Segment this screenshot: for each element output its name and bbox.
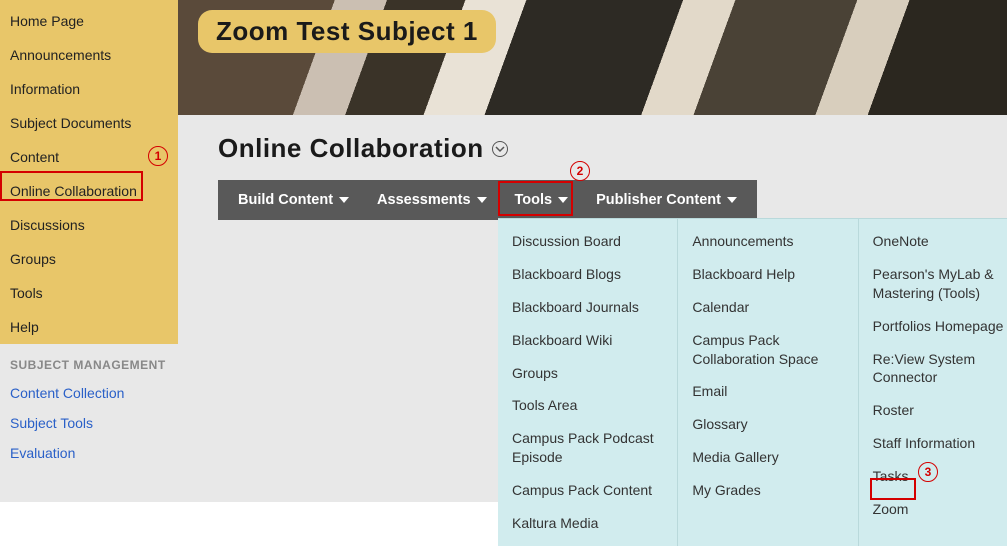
page-title-text: Online Collaboration: [218, 133, 484, 164]
actionbar-tools[interactable]: Tools: [501, 182, 583, 218]
dd-roster[interactable]: Roster: [859, 394, 1007, 427]
sidebar-item-tools[interactable]: Tools: [0, 276, 178, 310]
actionbar-assessments[interactable]: Assessments: [363, 182, 501, 218]
course-title: Zoom Test Subject 1: [198, 10, 496, 53]
tools-dropdown-col-1: Discussion Board Blackboard Blogs Blackb…: [498, 219, 678, 546]
dd-calendar[interactable]: Calendar: [678, 291, 857, 324]
actionbar-publisher-content-label: Publisher Content: [596, 192, 721, 208]
sidebar-heading-subject-management: SUBJECT MANAGEMENT: [0, 344, 178, 378]
course-banner: Zoom Test Subject 1: [178, 0, 1007, 115]
actionbar-build-content[interactable]: Build Content: [224, 182, 363, 218]
dd-blackboard-help[interactable]: Blackboard Help: [678, 258, 857, 291]
dd-portfolios-homepage[interactable]: Portfolios Homepage: [859, 310, 1007, 343]
sidebar-item-groups[interactable]: Groups: [0, 242, 178, 276]
sidebar-link-evaluation[interactable]: Evaluation: [0, 438, 178, 468]
page-context-menu-icon[interactable]: [492, 141, 508, 157]
dd-discussion-board[interactable]: Discussion Board: [498, 225, 677, 258]
dd-email[interactable]: Email: [678, 375, 857, 408]
tools-dropdown: Discussion Board Blackboard Blogs Blackb…: [498, 218, 1007, 546]
page-title: Online Collaboration: [218, 133, 1007, 164]
tools-dropdown-col-2: Announcements Blackboard Help Calendar C…: [678, 219, 858, 546]
actionbar-assessments-label: Assessments: [377, 192, 471, 208]
dd-campus-pack-podcast-episode[interactable]: Campus Pack Podcast Episode: [498, 422, 677, 474]
actionbar-build-content-label: Build Content: [238, 192, 333, 208]
sidebar-item-content[interactable]: Content: [0, 140, 178, 174]
dd-glossary[interactable]: Glossary: [678, 408, 857, 441]
tools-dropdown-col-3: OneNote Pearson's MyLab & Mastering (Too…: [859, 219, 1007, 546]
dd-kaltura-media[interactable]: Kaltura Media: [498, 507, 677, 540]
dd-tools-area[interactable]: Tools Area: [498, 389, 677, 422]
chevron-down-icon: [727, 197, 737, 203]
sidebar-link-content-collection[interactable]: Content Collection: [0, 378, 178, 408]
action-bar: Build Content Assessments Tools Publishe…: [218, 180, 757, 220]
sidebar-item-subject-documents[interactable]: Subject Documents: [0, 106, 178, 140]
sidebar-course-menu: Home Page Announcements Information Subj…: [0, 0, 178, 344]
sidebar-item-help[interactable]: Help: [0, 310, 178, 344]
dd-media-gallery[interactable]: Media Gallery: [678, 441, 857, 474]
actionbar-tools-label: Tools: [515, 192, 553, 208]
dd-onenote[interactable]: OneNote: [859, 225, 1007, 258]
sidebar-item-information[interactable]: Information: [0, 72, 178, 106]
dd-tasks[interactable]: Tasks: [859, 460, 1007, 493]
sidebar-item-announcements[interactable]: Announcements: [0, 38, 178, 72]
sidebar-item-discussions[interactable]: Discussions: [0, 208, 178, 242]
sidebar-item-home-page[interactable]: Home Page: [0, 4, 178, 38]
dd-blackboard-blogs[interactable]: Blackboard Blogs: [498, 258, 677, 291]
chevron-down-icon: [558, 197, 568, 203]
dd-pearsons-mylab[interactable]: Pearson's MyLab & Mastering (Tools): [859, 258, 1007, 310]
actionbar-publisher-content[interactable]: Publisher Content: [582, 182, 751, 218]
sidebar-link-subject-tools[interactable]: Subject Tools: [0, 408, 178, 438]
dd-blackboard-journals[interactable]: Blackboard Journals: [498, 291, 677, 324]
sidebar: Home Page Announcements Information Subj…: [0, 0, 178, 502]
chevron-down-icon: [477, 197, 487, 203]
dd-zoom[interactable]: Zoom: [859, 493, 1007, 526]
dd-review-system-connector[interactable]: Re:View System Connector: [859, 343, 1007, 395]
sidebar-item-online-collaboration[interactable]: Online Collaboration: [0, 174, 178, 208]
dd-blackboard-wiki[interactable]: Blackboard Wiki: [498, 324, 677, 357]
dd-groups[interactable]: Groups: [498, 357, 677, 390]
dd-my-grades[interactable]: My Grades: [678, 474, 857, 507]
dd-announcements[interactable]: Announcements: [678, 225, 857, 258]
dd-campus-pack-collaboration-space[interactable]: Campus Pack Collaboration Space: [678, 324, 857, 376]
dd-campus-pack-content[interactable]: Campus Pack Content: [498, 474, 677, 507]
dd-staff-information[interactable]: Staff Information: [859, 427, 1007, 460]
chevron-down-icon: [339, 197, 349, 203]
